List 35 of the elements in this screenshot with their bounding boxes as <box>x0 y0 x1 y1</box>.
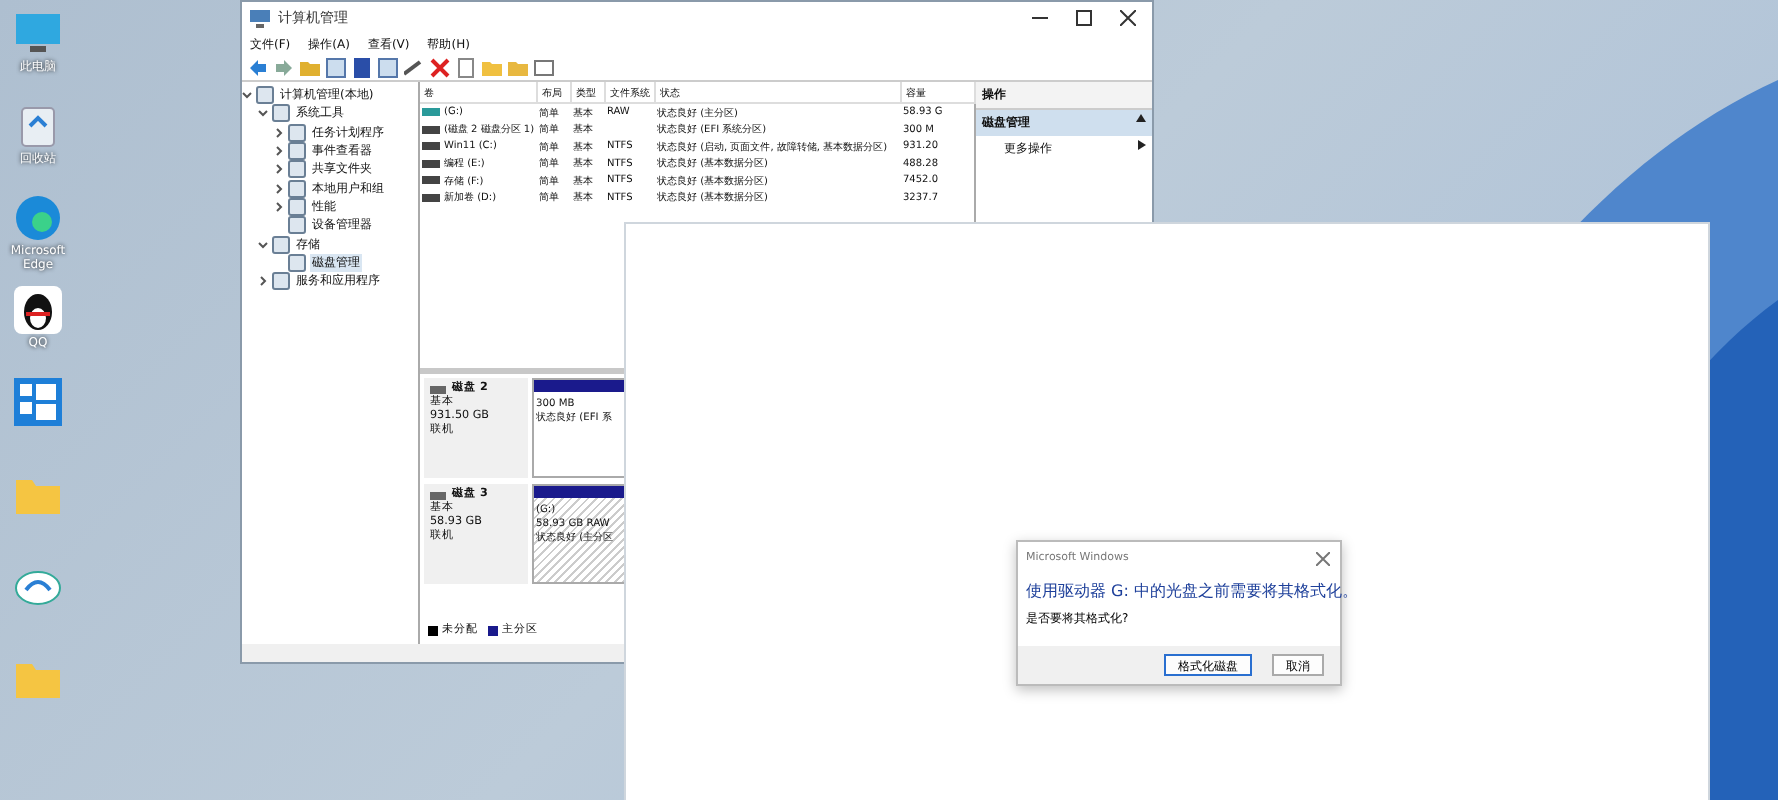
panel-icon[interactable] <box>326 58 346 78</box>
computer-icon <box>250 8 270 28</box>
chevron-right-icon[interactable] <box>274 183 284 194</box>
panel-icon[interactable] <box>378 58 398 78</box>
chevron-right-icon[interactable] <box>274 164 284 175</box>
forward-arrow-icon[interactable] <box>274 58 294 78</box>
tree-node-icon <box>288 253 306 272</box>
tiles-icon[interactable] <box>12 376 64 428</box>
chevron-down-icon[interactable] <box>258 239 268 250</box>
chevron-right-icon[interactable] <box>274 146 284 157</box>
submenu-arrow-icon <box>1138 140 1146 150</box>
window-icon[interactable] <box>534 58 554 78</box>
tree-node-icon <box>256 86 274 105</box>
tree-node-icon <box>288 197 306 216</box>
chevron-down-icon[interactable] <box>258 108 268 119</box>
pen-icon[interactable] <box>404 58 424 78</box>
tree-node-icon <box>288 179 306 198</box>
tree-node-icon <box>288 142 306 161</box>
delete-icon[interactable] <box>430 58 450 78</box>
penguin-icon[interactable] <box>12 284 64 336</box>
chevron-right-icon[interactable] <box>274 201 284 212</box>
chevron-right-icon[interactable] <box>258 276 268 287</box>
back-arrow-icon[interactable] <box>248 58 268 78</box>
tree-node-icon <box>288 123 306 142</box>
document-icon[interactable] <box>456 58 476 78</box>
collapse-arrow-icon[interactable] <box>1136 114 1146 122</box>
tree-node-icon <box>272 235 290 254</box>
tree-node-icon <box>288 160 306 179</box>
chevron-down-icon[interactable] <box>242 90 252 101</box>
close-icon[interactable] <box>1120 10 1136 26</box>
chevron-right-icon[interactable] <box>274 127 284 138</box>
tree-node-icon <box>272 104 290 123</box>
maximize-icon[interactable] <box>1076 10 1092 26</box>
tree-node-icon <box>272 272 290 291</box>
tree-node-icon <box>288 216 306 235</box>
